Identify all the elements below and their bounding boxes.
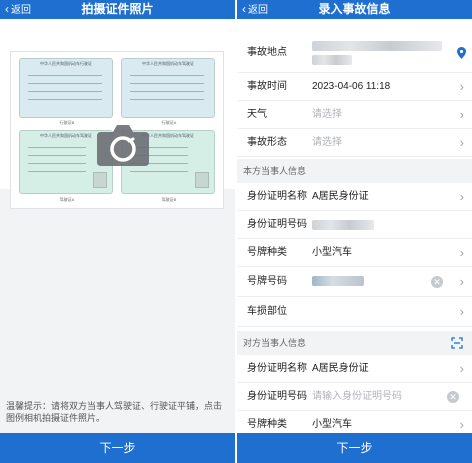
location-row[interactable]: 事故地点 — [237, 33, 472, 73]
other-id-name-row[interactable]: 身份证明名称 A居民身份证 › — [237, 355, 472, 383]
accident-form-label: 事故形态 — [247, 137, 287, 148]
form-area: 事故地点 事故时间 2023-04-06 11:18 › 天气 请选择 › 事故… — [237, 19, 472, 433]
location-value-redacted — [312, 41, 442, 51]
card-line — [130, 171, 188, 172]
chevron-right-icon: › — [459, 245, 464, 260]
driving-permit-card: 中华人民共和国机动车行驶证 — [19, 58, 113, 118]
chevron-right-icon: › — [459, 135, 464, 150]
card-line — [130, 83, 204, 84]
plate-type-label: 号牌种类 — [247, 419, 287, 430]
other-party-section: 对方当事人信息 — [237, 331, 472, 355]
self-damage-row[interactable]: 车损部位 › — [237, 297, 472, 327]
time-value: 2023-04-06 11:18 — [312, 81, 391, 92]
self-id-name-row[interactable]: 身份证明名称 A居民身份证 › — [237, 183, 472, 211]
damage-label: 车损部位 — [247, 306, 287, 317]
card-title: 中华人民共和国机动车行驶证 — [40, 61, 92, 66]
chevron-right-icon: › — [459, 79, 464, 94]
nav-bar: ‹ 返回 录入事故信息 — [237, 0, 472, 19]
caption: 驾驶证A — [59, 197, 75, 202]
plate-type-value: 小型汽车 — [312, 247, 352, 258]
next-button[interactable]: 下一步 — [0, 433, 235, 463]
card-line — [28, 75, 102, 76]
id-no-value-redacted — [312, 220, 374, 230]
plate-no-value-redacted — [312, 276, 364, 286]
weather-row[interactable]: 天气 请选择 › — [237, 101, 472, 129]
chevron-right-icon: › — [459, 304, 464, 319]
id-no-label: 身份证明号码 — [247, 391, 307, 402]
page-title: 录入事故信息 — [318, 2, 391, 16]
card-line — [28, 147, 86, 148]
card-title: 中华人民共和国机动车驾驶证 — [142, 61, 194, 66]
chevron-right-icon: › — [459, 107, 464, 122]
chevron-right-icon: › — [459, 189, 464, 204]
self-plate-type-row[interactable]: 号牌种类 小型汽车 › — [237, 239, 472, 267]
id-no-input[interactable]: 请输入身份证明号码 — [312, 391, 402, 403]
plate-no-label: 号牌号码 — [247, 276, 287, 287]
chevron-right-icon: › — [459, 274, 464, 289]
time-label: 事故时间 — [247, 81, 287, 92]
card-line — [28, 171, 86, 172]
location-pin-icon[interactable] — [457, 47, 466, 59]
caption: 驾驶证B — [161, 197, 177, 202]
page-title: 拍摄证件照片 — [81, 2, 154, 16]
other-plate-type-row[interactable]: 号牌种类 小型汽车 › — [237, 411, 472, 433]
weather-label: 天气 — [247, 109, 267, 120]
card-line — [28, 91, 102, 92]
driving-permit-card: 中华人民共和国机动车驾驶证 — [121, 58, 215, 118]
id-name-label: 身份证明名称 — [247, 363, 307, 374]
location-label: 事故地点 — [247, 47, 287, 58]
chevron-right-icon: › — [459, 361, 464, 376]
camera-icon[interactable] — [95, 120, 151, 168]
card-line — [28, 163, 86, 164]
section-title: 本方当事人信息 — [243, 166, 307, 176]
clear-icon[interactable]: ✕ — [447, 391, 459, 403]
weather-select[interactable]: 请选择 — [312, 109, 342, 121]
content-area: 中华人民共和国机动车行驶证 中华人民共和国机动车驾驶证 行驶证B 行驶证A 中华… — [0, 19, 235, 433]
other-id-no-row[interactable]: 身份证明号码 请输入身份证明号码 ✕ — [237, 383, 472, 411]
section-title: 对方当事人信息 — [243, 338, 307, 348]
plate-type-value: 小型汽车 — [312, 419, 352, 430]
nav-bar: ‹ 返回 拍摄证件照片 — [0, 0, 235, 19]
plate-type-label: 号牌种类 — [247, 247, 287, 258]
time-row[interactable]: 事故时间 2023-04-06 11:18 › — [237, 73, 472, 101]
next-button[interactable]: 下一步 — [237, 433, 472, 463]
id-name-value: A居民身份证 — [312, 363, 369, 374]
accident-form-select[interactable]: 请选择 — [312, 137, 342, 149]
license-sample-image[interactable]: 中华人民共和国机动车行驶证 中华人民共和国机动车驾驶证 行驶证B 行驶证A 中华… — [10, 51, 224, 209]
accident-form-row[interactable]: 事故形态 请选择 › — [237, 129, 472, 157]
card-photo — [195, 172, 209, 188]
card-line — [28, 83, 102, 84]
location-value-redacted — [312, 55, 352, 65]
self-party-section: 本方当事人信息 — [237, 159, 472, 183]
id-name-label: 身份证明名称 — [247, 191, 307, 202]
accident-info-screen: ‹ 返回 录入事故信息 事故地点 事故时间 2023-04-06 11:18 › … — [237, 0, 472, 463]
chevron-right-icon: › — [459, 417, 464, 432]
tip-text: 温馨提示：请将双方当事人驾驶证、行驶证平铺，点击图例相机拍摄证件照片。 — [6, 401, 223, 423]
clear-icon[interactable]: ✕ — [431, 276, 443, 288]
card-line — [28, 155, 86, 156]
card-line — [130, 91, 204, 92]
card-line — [130, 99, 204, 100]
card-line — [130, 75, 204, 76]
photo-capture-screen: ‹ 返回 拍摄证件照片 中华人民共和国机动车行驶证 中华人民共和国机动车驾驶证 行… — [0, 0, 235, 463]
card-line — [28, 99, 102, 100]
self-plate-no-row[interactable]: 号牌号码 ✕ › — [237, 267, 472, 297]
id-no-label: 身份证明号码 — [247, 219, 307, 230]
card-photo — [93, 172, 107, 188]
self-id-no-row[interactable]: 身份证明号码 — [237, 211, 472, 239]
id-name-value: A居民身份证 — [312, 191, 369, 202]
scan-icon[interactable] — [451, 337, 463, 349]
